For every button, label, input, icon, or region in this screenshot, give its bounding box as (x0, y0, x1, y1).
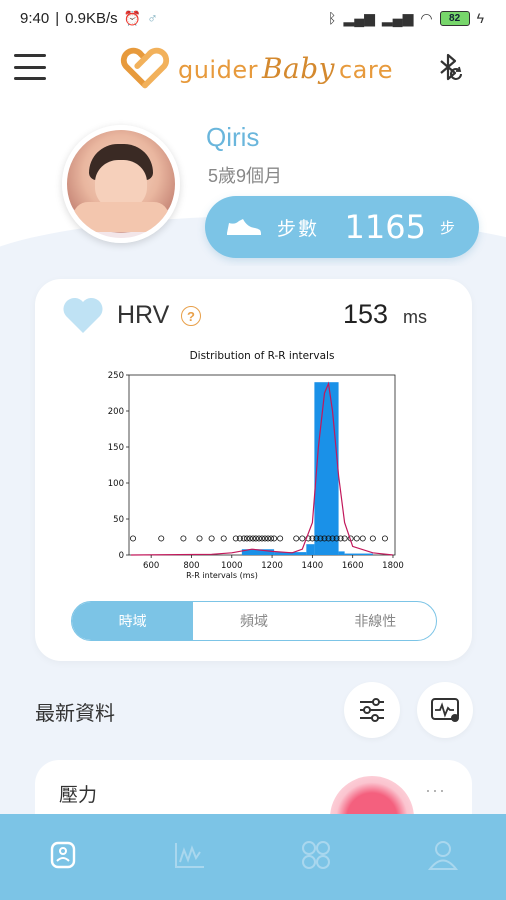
hrv-card: HRV ? 153 ms Distribution of R-R interva… (35, 279, 472, 661)
monitor-button[interactable] (417, 682, 473, 738)
y-tick-label-2: 100 (108, 479, 124, 489)
y-tick-label-4: 200 (108, 407, 124, 417)
hrv-title: HRV (117, 301, 170, 329)
logo-guider: guider (177, 55, 258, 84)
logo-baby: Baby (261, 51, 335, 85)
bottom-nav (0, 814, 506, 900)
apps-icon (302, 841, 331, 869)
status-divider: | (55, 9, 60, 27)
x-tick-label-6: 1800 (382, 561, 404, 571)
nav-apps[interactable] (286, 825, 346, 885)
hrv-unit: ms (403, 307, 427, 327)
status-time: 9:40 (20, 9, 50, 27)
histogram-bar-3 (314, 382, 339, 555)
steps-unit: 步 (439, 219, 455, 237)
shoe-icon (227, 219, 261, 235)
app-logo: guider Baby care (118, 44, 393, 92)
chart-icon (174, 843, 204, 868)
y-tick-label-0: 0 (119, 551, 124, 561)
heart-icon (63, 297, 103, 333)
signal-icon-1: ▂▄▆ (343, 9, 375, 26)
x-tick-label-1: 800 (183, 561, 199, 571)
nav-watch[interactable] (33, 825, 93, 885)
logo-care: care (338, 55, 393, 84)
histogram-bar-5 (344, 553, 373, 555)
monitor-pulse-icon (431, 698, 459, 722)
bluetooth-status-icon: ᛒ (328, 10, 337, 26)
status-network-speed: 0.9KB/s (65, 9, 118, 27)
charging-icon: ϟ (476, 10, 484, 26)
tab-nonlinear[interactable]: 非線性 (315, 602, 436, 640)
help-icon[interactable]: ? (181, 306, 201, 326)
watch-icon (51, 841, 76, 869)
profile-section: Qiris 5歲9個月 步數 1165 步 (0, 106, 506, 266)
x-tick-label-3: 1200 (261, 561, 283, 571)
x-axis-label: R-R intervals (ms) (186, 571, 258, 580)
stress-title: 壓力 (59, 785, 98, 806)
latest-data-title: 最新資料 (35, 703, 115, 725)
more-icon[interactable]: ··· (425, 780, 446, 801)
chart-title: Distribution of R-R intervals (190, 350, 335, 362)
steps-label: 步數 (277, 218, 320, 240)
x-tick-label-2: 1000 (221, 561, 243, 571)
sliders-icon (360, 698, 384, 722)
logo-heart-icon (120, 47, 170, 89)
menu-icon[interactable] (14, 54, 46, 80)
x-tick-label-0: 600 (143, 561, 159, 571)
bluetooth-sync-icon (440, 53, 462, 81)
signal-icon-2: ▂▄▆ (381, 9, 414, 26)
tab-time-domain[interactable]: 時域 (72, 602, 194, 640)
app-header: guider Baby care (0, 36, 506, 106)
notification-icon: ♂ (147, 10, 158, 26)
alarm-icon: ⏰ (123, 9, 142, 26)
tab-frequency-domain[interactable]: 頻域 (193, 602, 314, 640)
child-name: Qiris (206, 122, 260, 152)
status-bar: 9:40 | 0.9KB/s ⏰ ♂ ᛒ ▂▄▆ ▂▄▆ ◠ 82 ϟ (0, 0, 506, 36)
steps-value: 1165 (344, 208, 426, 246)
y-tick-label-5: 250 (108, 371, 124, 381)
hrv-value: 153 (343, 299, 389, 329)
x-tick-label-5: 1600 (342, 561, 364, 571)
x-tick-label-4: 1400 (302, 561, 324, 571)
logo-text: guider Baby care (178, 52, 393, 85)
y-tick-label-3: 150 (108, 443, 124, 453)
steps-pill[interactable]: 步數 1165 步 (205, 196, 479, 258)
avatar[interactable] (62, 125, 180, 243)
child-age: 5歲9個月 (208, 166, 283, 186)
battery-icon: 82 (439, 10, 470, 26)
profile-icon (427, 841, 458, 870)
y-tick-label-1: 50 (113, 515, 124, 525)
hrv-tab-group: 時域 頻域 非線性 (71, 601, 437, 641)
histogram-bar-4 (338, 551, 345, 555)
nav-chart[interactable] (160, 825, 220, 885)
plot-frame (128, 374, 396, 556)
rr-histogram-chart: Distribution of R-R intervals 0 50 100 150 20… (108, 350, 404, 580)
bluetooth-sync-button[interactable] (432, 48, 472, 88)
filter-button[interactable] (344, 682, 400, 738)
histogram-bar-2 (306, 544, 315, 555)
wifi-icon: ◠ (420, 9, 433, 26)
nav-profile[interactable] (413, 825, 473, 885)
